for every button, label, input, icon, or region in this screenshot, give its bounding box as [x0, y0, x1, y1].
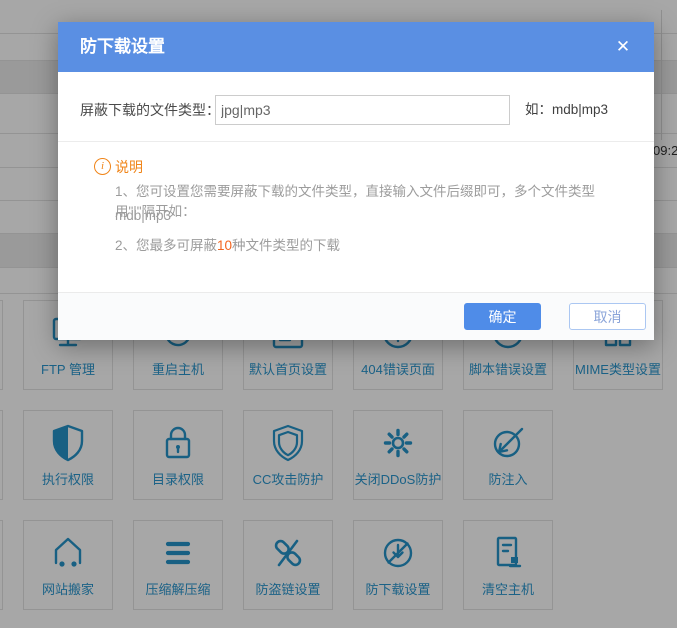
note-line-2-highlight: 10 — [217, 238, 232, 253]
screen: 09:2 FTP 管理 重启主机 默认首页设置 404错误页面 — [0, 0, 677, 628]
dialog-footer: 确定 取消 — [58, 292, 654, 340]
filetypes-example-hint: 如：mdb|mp3 — [525, 95, 608, 125]
dialog-divider — [58, 141, 654, 142]
cancel-button[interactable]: 取消 — [569, 303, 646, 330]
close-icon[interactable]: ✕ — [608, 22, 638, 72]
dialog-title: 防下载设置 — [80, 22, 165, 72]
blocked-filetypes-input[interactable] — [215, 95, 510, 125]
confirm-button[interactable]: 确定 — [464, 303, 541, 330]
note-line-1-continued: mdb|mp3 — [115, 208, 634, 223]
blocked-filetypes-label: 屏蔽下载的文件类型： — [80, 95, 220, 125]
note-title: 说明 — [115, 157, 143, 177]
note-line-2-suffix: 种文件类型的下载 — [232, 238, 340, 253]
anti-download-settings-dialog: 防下载设置 ✕ 屏蔽下载的文件类型： 如：mdb|mp3 i 说明 1、您可设置… — [58, 22, 654, 340]
dialog-header: 防下载设置 ✕ — [58, 22, 654, 72]
info-icon: i — [94, 158, 111, 175]
note-line-2: 2、您最多可屏蔽10种文件类型的下载 — [115, 234, 634, 254]
note-line-2-prefix: 2、您最多可屏蔽 — [115, 238, 217, 253]
